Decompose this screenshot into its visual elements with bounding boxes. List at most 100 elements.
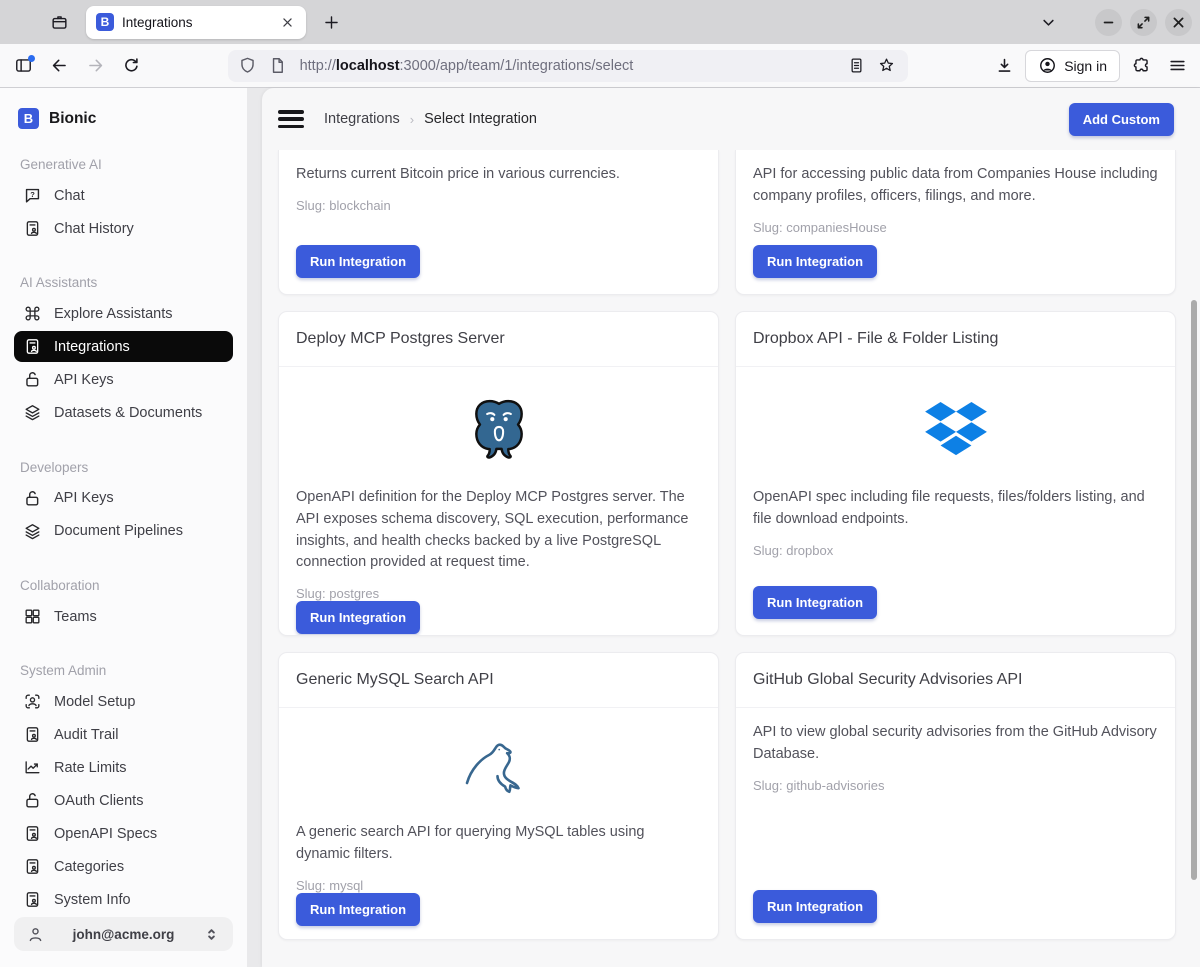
svg-text:?: ? [30,190,35,199]
breadcrumb-select-integration: Select Integration [424,111,537,127]
sidebar-item-categories[interactable]: Categories [14,851,233,882]
window-minimize-button[interactable] [1095,9,1122,36]
card-description: OpenAPI definition for the Deploy MCP Po… [296,487,701,574]
chat-icon: ? [23,186,42,205]
sidebar: B Bionic Generative AI ? Chat Chat Histo… [0,88,247,967]
sidebar-item-chat[interactable]: ? Chat [14,180,233,211]
sidebar-item-label: Chat [54,188,85,204]
command-icon [23,304,42,323]
document-icon [23,725,42,744]
postgresql-logo [466,391,532,469]
section-label-ai-assistants: AI Assistants [20,275,227,290]
browser-tab-integrations[interactable]: B Integrations [86,6,306,39]
downloads-button[interactable] [989,51,1019,81]
document-icon [23,337,42,356]
document-icon [23,219,42,238]
sidebar-item-label: Explore Assistants [54,306,172,322]
new-tab-button[interactable] [316,7,346,37]
card-slug: Slug: companiesHouse [753,220,887,235]
tab-title: Integrations [122,15,268,30]
breadcrumb-integrations[interactable]: Integrations [324,111,400,127]
sidebar-item-rate-limits[interactable]: Rate Limits [14,752,233,783]
browser-toolbar: http://localhost:3000/app/team/1/integra… [0,44,1200,88]
sidebar-item-datasets-documents[interactable]: Datasets & Documents [14,397,233,428]
scrollbar-thumb[interactable] [1191,300,1197,880]
person-scan-icon [23,692,42,711]
url-bar[interactable]: http://localhost:3000/app/team/1/integra… [228,50,908,82]
tab-bar: B Integrations [0,0,1200,44]
chevron-updown-icon [202,925,221,944]
integration-card-github-advisories: GitHub Global Security Advisories API AP… [735,652,1176,940]
reader-mode-icon [847,56,866,75]
person-icon [26,925,45,944]
card-title: GitHub Global Security Advisories API [753,671,1158,689]
sidebar-item-teams[interactable]: Teams [14,601,233,632]
forward-arrow-icon [86,56,105,75]
forward-button[interactable] [80,51,110,81]
run-integration-button[interactable]: Run Integration [296,245,420,278]
list-all-tabs-button[interactable] [1033,7,1063,37]
close-icon [278,13,297,32]
card-description: API to view global security advisories f… [753,722,1158,766]
download-icon [995,56,1014,75]
notification-dot [28,55,35,62]
browser-window: B Integrations http://localhost:3000/app… [0,0,1200,967]
sidebar-item-chat-history[interactable]: Chat History [14,213,233,244]
sidebar-item-label: Rate Limits [54,760,127,776]
chevron-down-icon [1039,13,1058,32]
sidebar-item-explore-assistants[interactable]: Explore Assistants [14,298,233,329]
tab-close-icon[interactable] [276,11,298,33]
run-integration-button[interactable]: Run Integration [753,586,877,619]
close-icon [1169,13,1188,32]
run-integration-button[interactable]: Run Integration [296,601,420,634]
sidebar-item-system-info[interactable]: System Info [14,884,233,915]
card-slug: Slug: blockchain [296,198,391,213]
unlock-icon [23,370,42,389]
app-menu-button[interactable] [1162,51,1192,81]
url-text[interactable]: http://localhost:3000/app/team/1/integra… [300,58,838,74]
sidebar-item-dev-api-keys[interactable]: API Keys [14,483,233,514]
shield-icon[interactable] [236,54,260,78]
run-integration-button[interactable]: Run Integration [296,893,420,926]
user-account-selector[interactable]: john@acme.org [14,917,233,951]
sidebar-item-label: Categories [54,859,124,875]
run-integration-button[interactable]: Run Integration [753,245,877,278]
extensions-button[interactable] [1126,51,1156,81]
site-info-icon[interactable] [266,54,290,78]
card-description: Returns current Bitcoin price in various… [296,164,620,186]
breadcrumb: Integrations › Select Integration [324,111,537,127]
section-label-developers: Developers [20,460,227,475]
window-close-button[interactable] [1165,9,1192,36]
sidebar-toggle-button[interactable] [278,108,304,130]
integration-card-postgres: Deploy MCP Postgres Server OpenAP [278,311,719,636]
unlock-icon [23,791,42,810]
sidebar-item-integrations[interactable]: Integrations [14,331,233,362]
sidebar-item-openapi-specs[interactable]: OpenAPI Specs [14,818,233,849]
window-restore-button[interactable] [1130,9,1157,36]
sidebar-item-oauth-clients[interactable]: OAuth Clients [14,785,233,816]
sidebar-item-label: System Info [54,892,131,908]
dropbox-logo [925,391,987,469]
signin-button[interactable]: Sign in [1025,50,1120,82]
reload-icon [122,56,141,75]
run-integration-button[interactable]: Run Integration [753,890,877,923]
reload-button[interactable] [116,51,146,81]
card-title: Generic MySQL Search API [296,671,701,689]
sidebar-item-document-pipelines[interactable]: Document Pipelines [14,516,233,547]
sidebar-item-label: OpenAPI Specs [54,826,157,842]
sidebar-item-api-keys[interactable]: API Keys [14,364,233,395]
back-button[interactable] [44,51,74,81]
add-custom-button[interactable]: Add Custom [1069,103,1174,136]
sidebar-item-label: Chat History [54,221,134,237]
toolbox-icon[interactable] [44,7,74,37]
bookmark-star-button[interactable] [874,53,900,79]
mysql-logo [453,732,545,804]
sidebar-item-model-setup[interactable]: Model Setup [14,686,233,717]
user-email: john@acme.org [45,927,202,942]
firefox-view-button[interactable] [8,51,38,81]
sidebar-item-label: OAuth Clients [54,793,143,809]
reader-mode-button[interactable] [844,53,870,79]
page-header: Integrations › Select Integration Add Cu… [262,88,1200,150]
sidebar-item-audit-trail[interactable]: Audit Trail [14,719,233,750]
toolbox-icon-glyph [50,13,69,32]
